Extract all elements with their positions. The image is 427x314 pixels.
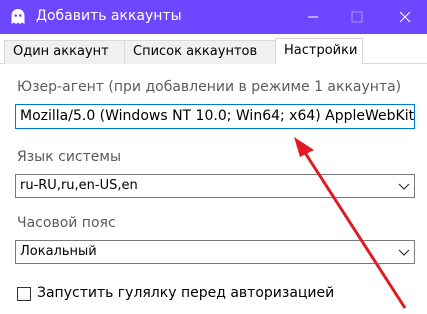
chevron-down-icon xyxy=(398,249,410,256)
minimize-button[interactable] xyxy=(291,0,335,34)
annotation-arrow-shaft xyxy=(300,147,407,309)
maximize-icon xyxy=(351,11,363,23)
tab-bar: Один аккаунт Список аккаунтов Настройки xyxy=(0,38,427,64)
ghost-icon xyxy=(11,9,25,24)
system-language-label: Язык системы xyxy=(17,149,122,165)
window-title: Добавить аккаунты xyxy=(36,8,182,24)
annotation-arrow-head xyxy=(294,137,314,157)
chevron-down-icon xyxy=(398,183,410,190)
title-bar: Добавить аккаунты xyxy=(0,0,427,34)
user-agent-label: Юзер-агент (при добавлении в режиме 1 ак… xyxy=(17,79,402,95)
run-before-auth-checkbox[interactable] xyxy=(17,287,31,301)
tab-settings[interactable]: Настройки xyxy=(275,38,363,64)
timezone-label: Часовой пояс xyxy=(17,215,116,231)
user-agent-input[interactable]: Mozilla/5.0 (Windows NT 10.0; Win64; x64… xyxy=(15,104,415,129)
maximize-button[interactable] xyxy=(335,0,379,34)
system-language-select[interactable]: ru-RU,ru,en-US,en xyxy=(15,174,415,198)
timezone-value: Локальный xyxy=(20,244,97,259)
close-icon xyxy=(399,11,411,23)
run-before-auth-label: Запустить гулялку перед авторизацией xyxy=(37,285,335,301)
minimize-icon xyxy=(308,16,318,18)
tab-single-account[interactable]: Один аккаунт xyxy=(4,40,125,64)
tab-account-list[interactable]: Список аккаунтов xyxy=(124,40,276,64)
system-language-value: ru-RU,ru,en-US,en xyxy=(20,178,138,193)
timezone-select[interactable]: Локальный xyxy=(15,240,415,264)
close-button[interactable] xyxy=(383,0,427,34)
